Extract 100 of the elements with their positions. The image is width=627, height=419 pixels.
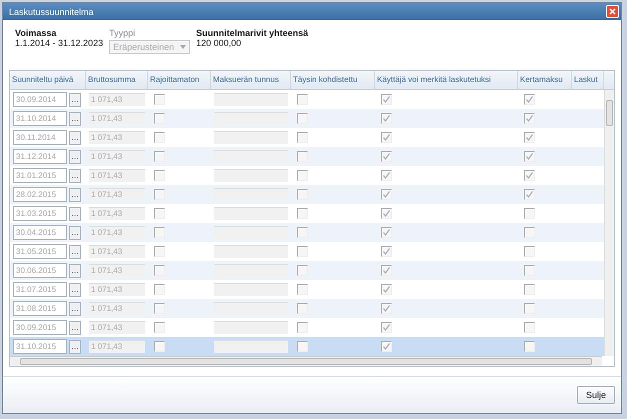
date-picker-button[interactable]: ... (69, 130, 81, 144)
table-row[interactable]: 31.01.2015 ... 1 071,43 (10, 166, 604, 185)
close-button[interactable]: Sulje (576, 386, 615, 404)
date-picker-button[interactable]: ... (69, 244, 81, 258)
date-picker-button[interactable]: ... (69, 112, 81, 126)
checkbox[interactable] (524, 227, 535, 238)
input-field[interactable] (214, 93, 288, 106)
checkbox[interactable] (381, 189, 392, 200)
checkbox[interactable] (381, 341, 392, 352)
date-picker-button[interactable]: ... (69, 264, 81, 278)
checkbox[interactable] (381, 94, 392, 105)
table-row[interactable]: 31.03.2015 ... 1 071,43 (10, 204, 604, 223)
table-row[interactable]: 30.04.2015 ... 1 071,43 (10, 223, 604, 242)
checkbox[interactable] (297, 341, 308, 352)
checkbox[interactable] (297, 246, 308, 257)
input-field[interactable] (214, 340, 288, 353)
input-field[interactable] (214, 131, 288, 144)
checkbox[interactable] (381, 246, 392, 257)
input-field[interactable] (214, 226, 288, 239)
checkbox[interactable] (297, 227, 308, 238)
checkbox[interactable] (524, 208, 535, 219)
checkbox[interactable] (297, 284, 308, 295)
input-field[interactable] (214, 112, 288, 125)
checkbox[interactable] (154, 341, 165, 352)
horizontal-scrollbar[interactable] (10, 356, 602, 366)
checkbox[interactable] (381, 151, 392, 162)
checkbox[interactable] (297, 303, 308, 314)
checkbox[interactable] (297, 208, 308, 219)
date-picker-button[interactable]: ... (69, 150, 81, 164)
checkbox[interactable] (524, 284, 535, 295)
input-field[interactable] (214, 207, 288, 220)
input-field[interactable] (214, 245, 288, 258)
checkbox[interactable] (381, 284, 392, 295)
checkbox[interactable] (381, 303, 392, 314)
checkbox[interactable] (297, 132, 308, 143)
checkbox[interactable] (154, 94, 165, 105)
checkbox[interactable] (297, 265, 308, 276)
checkbox[interactable] (154, 170, 165, 181)
date-picker-button[interactable]: ... (69, 320, 81, 334)
table-row[interactable]: 31.07.2015 ... 1 071,43 (10, 280, 604, 299)
table-row[interactable]: 31.05.2015 ... 1 071,43 (10, 242, 604, 261)
checkbox[interactable] (524, 113, 535, 124)
checkbox[interactable] (381, 208, 392, 219)
checkbox[interactable] (381, 113, 392, 124)
table-row[interactable]: 28.02.2015 ... 1 071,43 (10, 185, 604, 204)
checkbox[interactable] (524, 322, 535, 333)
checkbox[interactable] (154, 189, 165, 200)
table-row[interactable]: 31.08.2015 ... 1 071,43 (10, 299, 604, 318)
checkbox[interactable] (381, 265, 392, 276)
checkbox[interactable] (297, 94, 308, 105)
checkbox[interactable] (381, 170, 392, 181)
table-row[interactable]: 31.10.2015 ... 1 071,43 (10, 337, 604, 356)
date-picker-button[interactable]: ... (69, 92, 81, 106)
date-picker-button[interactable]: ... (69, 168, 81, 182)
column-header[interactable]: Täysin kohdistettu (291, 71, 375, 89)
input-field[interactable] (214, 321, 288, 334)
checkbox[interactable] (154, 227, 165, 238)
checkbox[interactable] (524, 303, 535, 314)
checkbox[interactable] (381, 132, 392, 143)
date-picker-button[interactable]: ... (69, 226, 81, 240)
checkbox[interactable] (297, 189, 308, 200)
checkbox[interactable] (297, 113, 308, 124)
table-row[interactable]: 30.09.2014 ... 1 071,43 (10, 90, 604, 109)
date-picker-button[interactable]: ... (69, 282, 81, 296)
column-header[interactable]: Käyttäjä voi merkitä laskutetuksi (375, 71, 518, 89)
checkbox[interactable] (524, 189, 535, 200)
checkbox[interactable] (524, 94, 535, 105)
column-header[interactable]: Kertamaksu (518, 71, 572, 89)
checkbox[interactable] (297, 322, 308, 333)
input-field[interactable] (214, 169, 288, 182)
input-field[interactable] (214, 302, 288, 315)
checkbox[interactable] (154, 151, 165, 162)
checkbox[interactable] (154, 284, 165, 295)
close-icon[interactable] (606, 5, 619, 18)
checkbox[interactable] (154, 322, 165, 333)
input-field[interactable] (214, 188, 288, 201)
input-field[interactable] (214, 283, 288, 296)
column-header[interactable]: Rajoittamaton (148, 71, 211, 89)
date-picker-button[interactable]: ... (69, 188, 81, 202)
vertical-scrollbar[interactable] (604, 90, 614, 356)
table-row[interactable]: 30.09.2015 ... 1 071,43 (10, 318, 604, 337)
input-field[interactable] (214, 264, 288, 277)
checkbox[interactable] (154, 113, 165, 124)
table-row[interactable]: 31.12.2014 ... 1 071,43 (10, 147, 604, 166)
column-header[interactable]: Suunniteltu päivä (10, 71, 86, 89)
checkbox[interactable] (297, 170, 308, 181)
checkbox[interactable] (524, 132, 535, 143)
checkbox[interactable] (381, 322, 392, 333)
table-row[interactable]: 31.10.2014 ... 1 071,43 (10, 109, 604, 128)
table-row[interactable]: 30.06.2015 ... 1 071,43 (10, 261, 604, 280)
input-field[interactable] (214, 150, 288, 163)
checkbox[interactable] (524, 246, 535, 257)
checkbox[interactable] (381, 227, 392, 238)
checkbox[interactable] (154, 265, 165, 276)
column-header[interactable]: Maksuerän tunnus (211, 71, 291, 89)
date-picker-button[interactable]: ... (69, 302, 81, 316)
checkbox[interactable] (154, 208, 165, 219)
date-picker-button[interactable]: ... (69, 206, 81, 220)
checkbox[interactable] (154, 303, 165, 314)
checkbox[interactable] (524, 170, 535, 181)
